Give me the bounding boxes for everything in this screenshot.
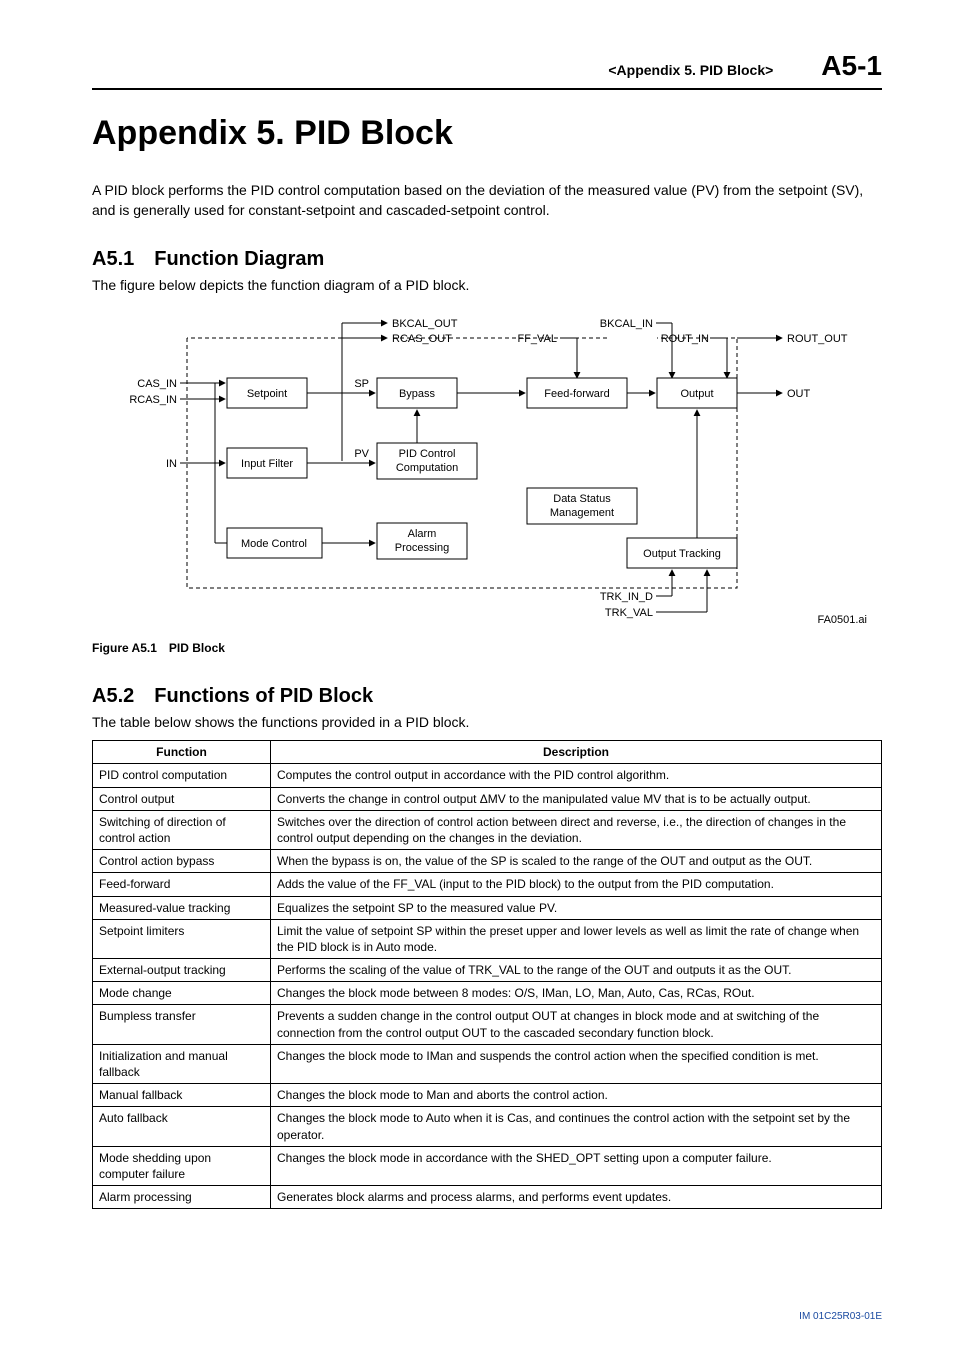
section-intro-a5-2: The table below shows the functions prov… — [92, 714, 882, 730]
label-trk-in-d: TRK_IN_D — [600, 591, 653, 603]
cell-fn: Setpoint limiters — [93, 919, 271, 958]
th-description: Description — [271, 741, 882, 764]
box-alarm-l2: Processing — [395, 542, 449, 554]
cell-fn: Control output — [93, 787, 271, 810]
table-row: External-output trackingPerforms the sca… — [93, 959, 882, 982]
figure-caption: Figure A5.1 PID Block — [92, 641, 882, 655]
table-row: Control outputConverts the change in con… — [93, 787, 882, 810]
cell-desc: Prevents a sudden change in the control … — [271, 1005, 882, 1044]
cell-desc: Switches over the direction of control a… — [271, 810, 882, 849]
table-row: Manual fallbackChanges the block mode to… — [93, 1084, 882, 1107]
cell-desc: Converts the change in control output ΔM… — [271, 787, 882, 810]
table-row: PID control computationComputes the cont… — [93, 764, 882, 787]
label-trk-val: TRK_VAL — [605, 607, 653, 619]
section-intro-a5-1: The figure below depicts the function di… — [92, 277, 882, 293]
functions-table: Function Description PID control computa… — [92, 740, 882, 1209]
cell-fn: External-output tracking — [93, 959, 271, 982]
cell-fn: PID control computation — [93, 764, 271, 787]
cell-fn: Initialization and manual fallback — [93, 1044, 271, 1083]
box-pid-l1: PID Control — [399, 448, 456, 460]
running-header: <Appendix 5. PID Block> A5-1 — [92, 50, 882, 90]
header-page-number: A5-1 — [821, 50, 882, 82]
cell-desc: Performs the scaling of the value of TRK… — [271, 959, 882, 982]
label-bkcal-in: BKCAL_IN — [600, 318, 653, 330]
label-out: OUT — [787, 388, 811, 400]
cell-desc: Changes the block mode between 8 modes: … — [271, 982, 882, 1005]
cell-desc: Computes the control output in accordanc… — [271, 764, 882, 787]
box-datastatus-l2: Management — [550, 507, 614, 519]
cell-desc: Adds the value of the FF_VAL (input to t… — [271, 873, 882, 896]
cell-desc: Changes the block mode to Man and aborts… — [271, 1084, 882, 1107]
box-output-tracking: Output Tracking — [643, 548, 721, 560]
cell-fn: Control action bypass — [93, 850, 271, 873]
cell-fn: Alarm processing — [93, 1186, 271, 1209]
table-row: Feed-forwardAdds the value of the FF_VAL… — [93, 873, 882, 896]
box-output: Output — [680, 388, 713, 400]
cell-fn: Mode change — [93, 982, 271, 1005]
cell-fn: Feed-forward — [93, 873, 271, 896]
table-row: Mode changeChanges the block mode betwee… — [93, 982, 882, 1005]
label-sp: SP — [354, 378, 369, 390]
box-mode-control: Mode Control — [241, 538, 307, 550]
table-row: Control action bypassWhen the bypass is … — [93, 850, 882, 873]
table-row: Measured-value trackingEqualizes the set… — [93, 896, 882, 919]
label-rout-in: ROUT_IN — [661, 333, 709, 345]
cell-desc: Changes the block mode to IMan and suspe… — [271, 1044, 882, 1083]
table-row: Setpoint limitersLimit the value of setp… — [93, 919, 882, 958]
cell-fn: Auto fallback — [93, 1107, 271, 1146]
box-pid-l2: Computation — [396, 462, 458, 474]
table-row: Auto fallbackChanges the block mode to A… — [93, 1107, 882, 1146]
box-input-filter: Input Filter — [241, 458, 293, 470]
cell-fn: Measured-value tracking — [93, 896, 271, 919]
cell-desc: Generates block alarms and process alarm… — [271, 1186, 882, 1209]
section-heading-a5-2: A5.2 Functions of PID Block — [92, 685, 882, 708]
label-ff-val: FF_VAL — [517, 333, 557, 345]
table-row: Initialization and manual fallbackChange… — [93, 1044, 882, 1083]
box-bypass: Bypass — [399, 388, 436, 400]
cell-fn: Bumpless transfer — [93, 1005, 271, 1044]
cell-fn: Switching of direction of control action — [93, 810, 271, 849]
box-alarm-l1: Alarm — [408, 528, 437, 540]
box-datastatus-l1: Data Status — [553, 493, 611, 505]
figure-ref: FA0501.ai — [817, 614, 867, 626]
cell-desc: Equalizes the setpoint SP to the measure… — [271, 896, 882, 919]
document-id: IM 01C25R03-01E — [799, 1311, 882, 1322]
intro-paragraph: A PID block performs the PID control com… — [92, 181, 882, 220]
cell-desc: Changes the block mode in accordance wit… — [271, 1146, 882, 1185]
label-rout-out: ROUT_OUT — [787, 333, 848, 345]
cell-desc: Changes the block mode to Auto when it i… — [271, 1107, 882, 1146]
box-feed-forward: Feed-forward — [544, 388, 609, 400]
cell-desc: When the bypass is on, the value of the … — [271, 850, 882, 873]
function-diagram: BKCAL_OUT RCAS_OUT FF_VAL BKCAL_IN ROUT_… — [92, 303, 882, 633]
label-in: IN — [166, 458, 177, 470]
table-row: Mode shedding upon computer failureChang… — [93, 1146, 882, 1185]
page-title: Appendix 5. PID Block — [92, 114, 882, 153]
th-function: Function — [93, 741, 271, 764]
label-pv: PV — [354, 448, 369, 460]
table-row: Bumpless transferPrevents a sudden chang… — [93, 1005, 882, 1044]
label-bkcal-out: BKCAL_OUT — [392, 318, 458, 330]
header-section: <Appendix 5. PID Block> — [608, 62, 773, 78]
cell-fn: Manual fallback — [93, 1084, 271, 1107]
table-row: Alarm processingGenerates block alarms a… — [93, 1186, 882, 1209]
cell-desc: Limit the value of setpoint SP within th… — [271, 919, 882, 958]
label-cas-in: CAS_IN — [137, 378, 177, 390]
section-heading-a5-1: A5.1 Function Diagram — [92, 248, 882, 271]
box-setpoint: Setpoint — [247, 388, 287, 400]
label-rcas-out: RCAS_OUT — [392, 333, 452, 345]
cell-fn: Mode shedding upon computer failure — [93, 1146, 271, 1185]
table-row: Switching of direction of control action… — [93, 810, 882, 849]
label-rcas-in: RCAS_IN — [129, 394, 177, 406]
